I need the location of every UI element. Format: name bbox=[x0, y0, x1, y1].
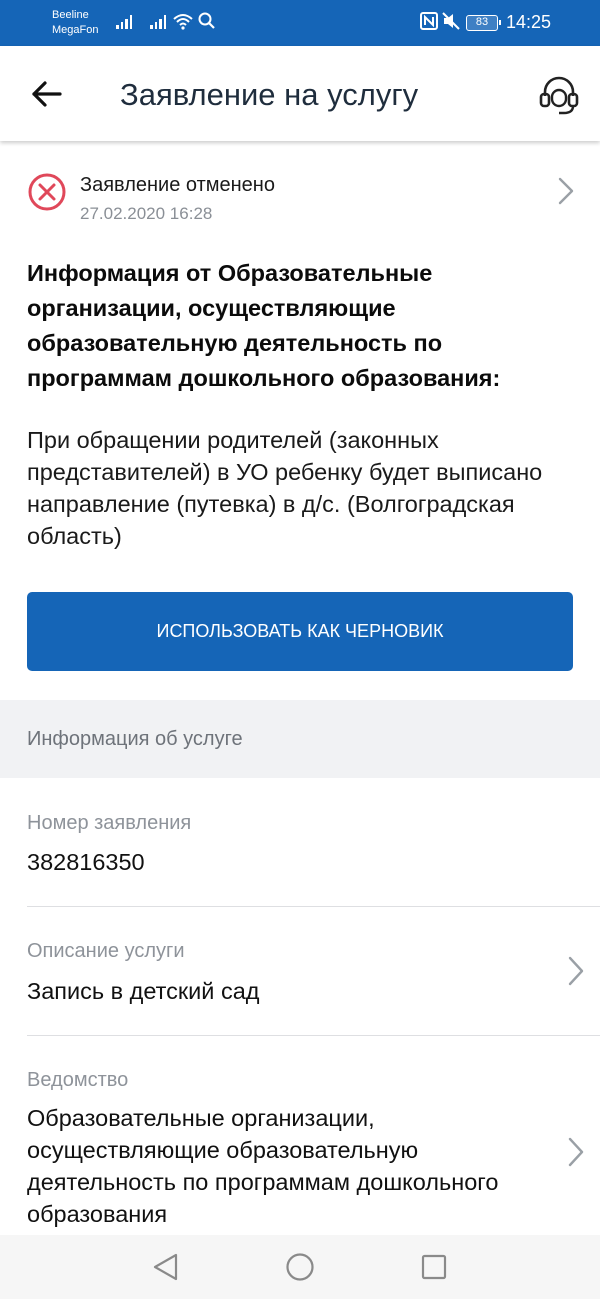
nav-home-icon[interactable] bbox=[284, 1251, 316, 1283]
status-bar: Beeline MegaFon 83 14:25 bbox=[0, 0, 600, 46]
carrier-names: Beeline MegaFon bbox=[52, 8, 98, 38]
system-navigation-bar bbox=[0, 1235, 600, 1299]
field-service-description[interactable]: Описание услуги Запись в детский сад bbox=[0, 907, 600, 1035]
info-title: Информация от Образовательные организаци… bbox=[27, 260, 501, 391]
clock: 14:25 bbox=[506, 12, 552, 32]
back-button[interactable] bbox=[28, 74, 68, 114]
chevron-right-icon bbox=[568, 1137, 584, 1167]
search-icon bbox=[198, 12, 215, 29]
status-text: Заявление отменено bbox=[80, 174, 275, 196]
mute-icon bbox=[442, 12, 460, 30]
wifi-icon bbox=[173, 14, 193, 30]
application-status-row[interactable]: Заявление отменено 27.02.2020 16:28 bbox=[0, 160, 600, 230]
signal-icon-2 bbox=[150, 13, 166, 29]
support-button[interactable] bbox=[536, 72, 582, 118]
status-date: 27.02.2020 16:28 bbox=[80, 204, 213, 223]
app-bar: Заявление на услугу bbox=[0, 46, 600, 141]
signal-icon bbox=[116, 13, 132, 29]
nfc-icon bbox=[420, 12, 438, 30]
field-value: Образовательные организации, осуществляю… bbox=[27, 1105, 499, 1227]
nav-back-icon[interactable] bbox=[150, 1251, 182, 1283]
field-application-number: Номер заявления 382816350 bbox=[0, 778, 600, 906]
field-label: Ведомство bbox=[27, 1069, 129, 1091]
chevron-right-icon bbox=[558, 177, 574, 205]
info-body: При обращении родителей (законных предст… bbox=[27, 427, 543, 549]
page-title: Заявление на услугу bbox=[120, 77, 419, 112]
chevron-right-icon bbox=[568, 956, 584, 986]
field-department[interactable]: Ведомство Образовательные организации, о… bbox=[0, 1036, 600, 1235]
battery-indicator: 83 bbox=[466, 15, 501, 31]
use-as-draft-button[interactable]: ИСПОЛЬЗОВАТЬ КАК ЧЕРНОВИК bbox=[27, 592, 573, 671]
carrier-2: MegaFon bbox=[52, 24, 99, 36]
nav-recents-icon[interactable] bbox=[418, 1251, 450, 1283]
field-value: Запись в детский сад bbox=[27, 978, 260, 1004]
arrow-left-icon bbox=[32, 81, 62, 107]
cancel-circle-icon bbox=[28, 173, 66, 211]
section-header-label: Информация об услуге bbox=[27, 728, 243, 750]
section-header: Информация об услуге bbox=[0, 700, 600, 778]
field-value: 382816350 bbox=[27, 849, 145, 875]
field-label: Номер заявления bbox=[27, 812, 192, 834]
carrier-1: Beeline bbox=[52, 9, 89, 21]
headset-icon bbox=[539, 76, 579, 115]
field-label: Описание услуги bbox=[27, 940, 185, 962]
